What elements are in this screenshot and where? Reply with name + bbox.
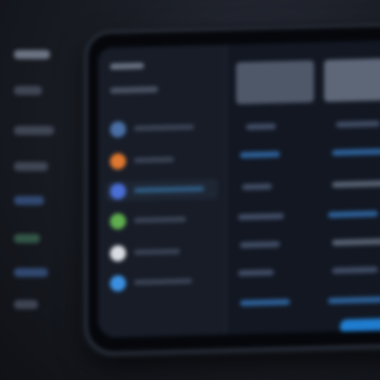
monitor xyxy=(88,25,380,353)
sidebar-item-label xyxy=(134,124,194,131)
sidebar-item[interactable] xyxy=(106,209,218,232)
sidebar-item[interactable] xyxy=(106,149,218,172)
table-cell xyxy=(336,120,380,128)
bg-item xyxy=(14,268,48,277)
sidebar-item[interactable] xyxy=(106,271,218,294)
sidebar-item-label xyxy=(134,248,180,255)
bg-item xyxy=(14,300,38,309)
table-cell xyxy=(240,151,280,159)
sidebar-item[interactable] xyxy=(106,117,218,140)
background-left-panel xyxy=(6,40,66,340)
table-cell xyxy=(246,123,276,131)
column-header[interactable] xyxy=(324,57,380,103)
bg-item xyxy=(14,162,48,171)
sidebar-item-label xyxy=(134,278,192,285)
blurred-scene xyxy=(0,0,380,380)
table-cell xyxy=(238,269,274,277)
bg-item xyxy=(14,234,40,243)
sidebar-item-label xyxy=(134,156,174,163)
orange-app-icon xyxy=(110,153,126,170)
table-cell xyxy=(332,266,378,274)
table-cell xyxy=(328,210,378,218)
table-cell xyxy=(332,148,380,156)
blue-app-icon xyxy=(110,183,126,200)
bg-item xyxy=(14,196,44,205)
bg-item xyxy=(14,126,54,135)
bg-item xyxy=(14,50,50,59)
column-header[interactable] xyxy=(236,60,314,105)
bg-item xyxy=(14,86,42,95)
table-cell xyxy=(238,213,284,221)
lightblue-app-icon xyxy=(110,275,126,292)
table-cell xyxy=(240,298,290,307)
sidebar-subtitle-placeholder xyxy=(110,86,158,94)
app-main-grid xyxy=(228,40,380,335)
white-app-icon xyxy=(110,245,126,262)
gear-icon xyxy=(110,121,126,138)
sidebar-title-placeholder xyxy=(110,62,144,70)
table-cell xyxy=(332,180,380,188)
table-cell xyxy=(328,296,380,304)
sidebar-item-label xyxy=(134,216,186,223)
primary-action-button[interactable] xyxy=(340,318,380,334)
app-sidebar xyxy=(98,44,227,338)
sidebar-item-active[interactable] xyxy=(106,178,218,202)
table-cell xyxy=(240,241,280,249)
green-app-icon xyxy=(110,213,126,230)
monitor-screen xyxy=(98,39,380,338)
sidebar-item-label xyxy=(134,186,204,193)
table-cell xyxy=(242,183,272,191)
sidebar-item[interactable] xyxy=(106,241,218,264)
table-cell xyxy=(332,238,380,246)
